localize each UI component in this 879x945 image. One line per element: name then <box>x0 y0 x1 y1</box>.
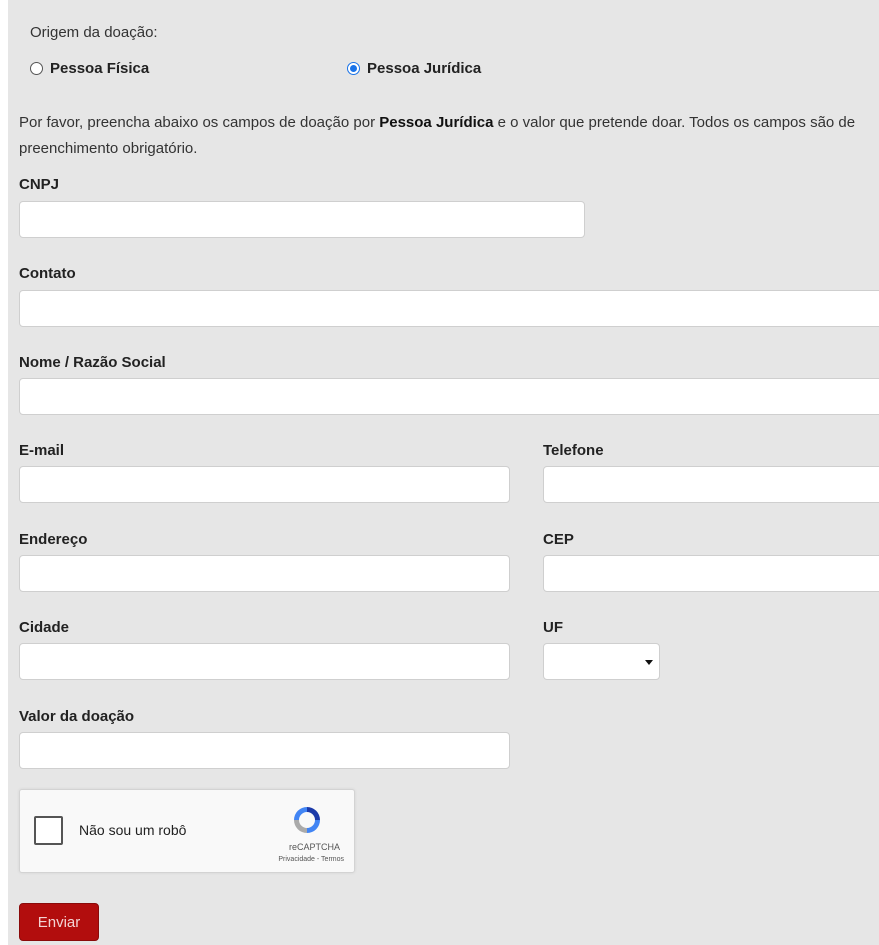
endereco-input[interactable] <box>19 555 510 592</box>
intro-text: Por favor, preencha abaixo os campos de … <box>19 110 879 162</box>
nome-label: Nome / Razão Social <box>19 354 166 371</box>
recaptcha-links[interactable]: Privacidade - Termos <box>278 856 344 863</box>
cep-label: CEP <box>543 531 574 548</box>
recaptcha-label: Não sou um robô <box>79 822 187 838</box>
nome-input[interactable] <box>19 378 879 415</box>
radio-juridica-label: Pessoa Jurídica <box>367 60 482 77</box>
radio-fisica-indicator[interactable] <box>30 62 43 75</box>
cep-input[interactable] <box>543 555 879 592</box>
radio-pessoa-fisica[interactable]: Pessoa Física <box>30 60 149 77</box>
email-label: E-mail <box>19 442 65 459</box>
chevron-down-icon <box>645 660 653 665</box>
contato-label: Contato <box>19 265 76 282</box>
cnpj-input[interactable] <box>19 201 585 238</box>
uf-select[interactable] <box>543 643 660 680</box>
valor-input[interactable] <box>19 732 510 769</box>
origin-label: Origem da doação: <box>30 24 158 41</box>
cidade-label: Cidade <box>19 619 70 636</box>
radio-pessoa-juridica[interactable]: Pessoa Jurídica <box>347 60 481 77</box>
submit-button[interactable]: Enviar <box>19 903 99 941</box>
endereco-label: Endereço <box>19 531 88 548</box>
recaptcha-brand: reCAPTCHA <box>288 842 340 852</box>
email-input[interactable] <box>19 466 510 503</box>
uf-label: UF <box>543 619 563 636</box>
telefone-label: Telefone <box>543 442 604 459</box>
intro-before: Por favor, preencha abaixo os campos de … <box>19 114 380 131</box>
recaptcha-checkbox[interactable] <box>34 816 63 845</box>
recaptcha-widget: Não sou um robô reCAPTCHA Privacidade - … <box>19 789 355 873</box>
radio-juridica-indicator[interactable] <box>347 62 360 75</box>
cnpj-label: CNPJ <box>19 176 60 193</box>
intro-bold: Pessoa Jurídica <box>379 114 494 131</box>
radio-fisica-label: Pessoa Física <box>50 60 150 77</box>
recaptcha-logo-icon <box>294 807 320 833</box>
contato-input[interactable] <box>19 290 879 327</box>
valor-label: Valor da doação <box>19 708 135 725</box>
cidade-input[interactable] <box>19 643 510 680</box>
telefone-input[interactable] <box>543 466 879 503</box>
